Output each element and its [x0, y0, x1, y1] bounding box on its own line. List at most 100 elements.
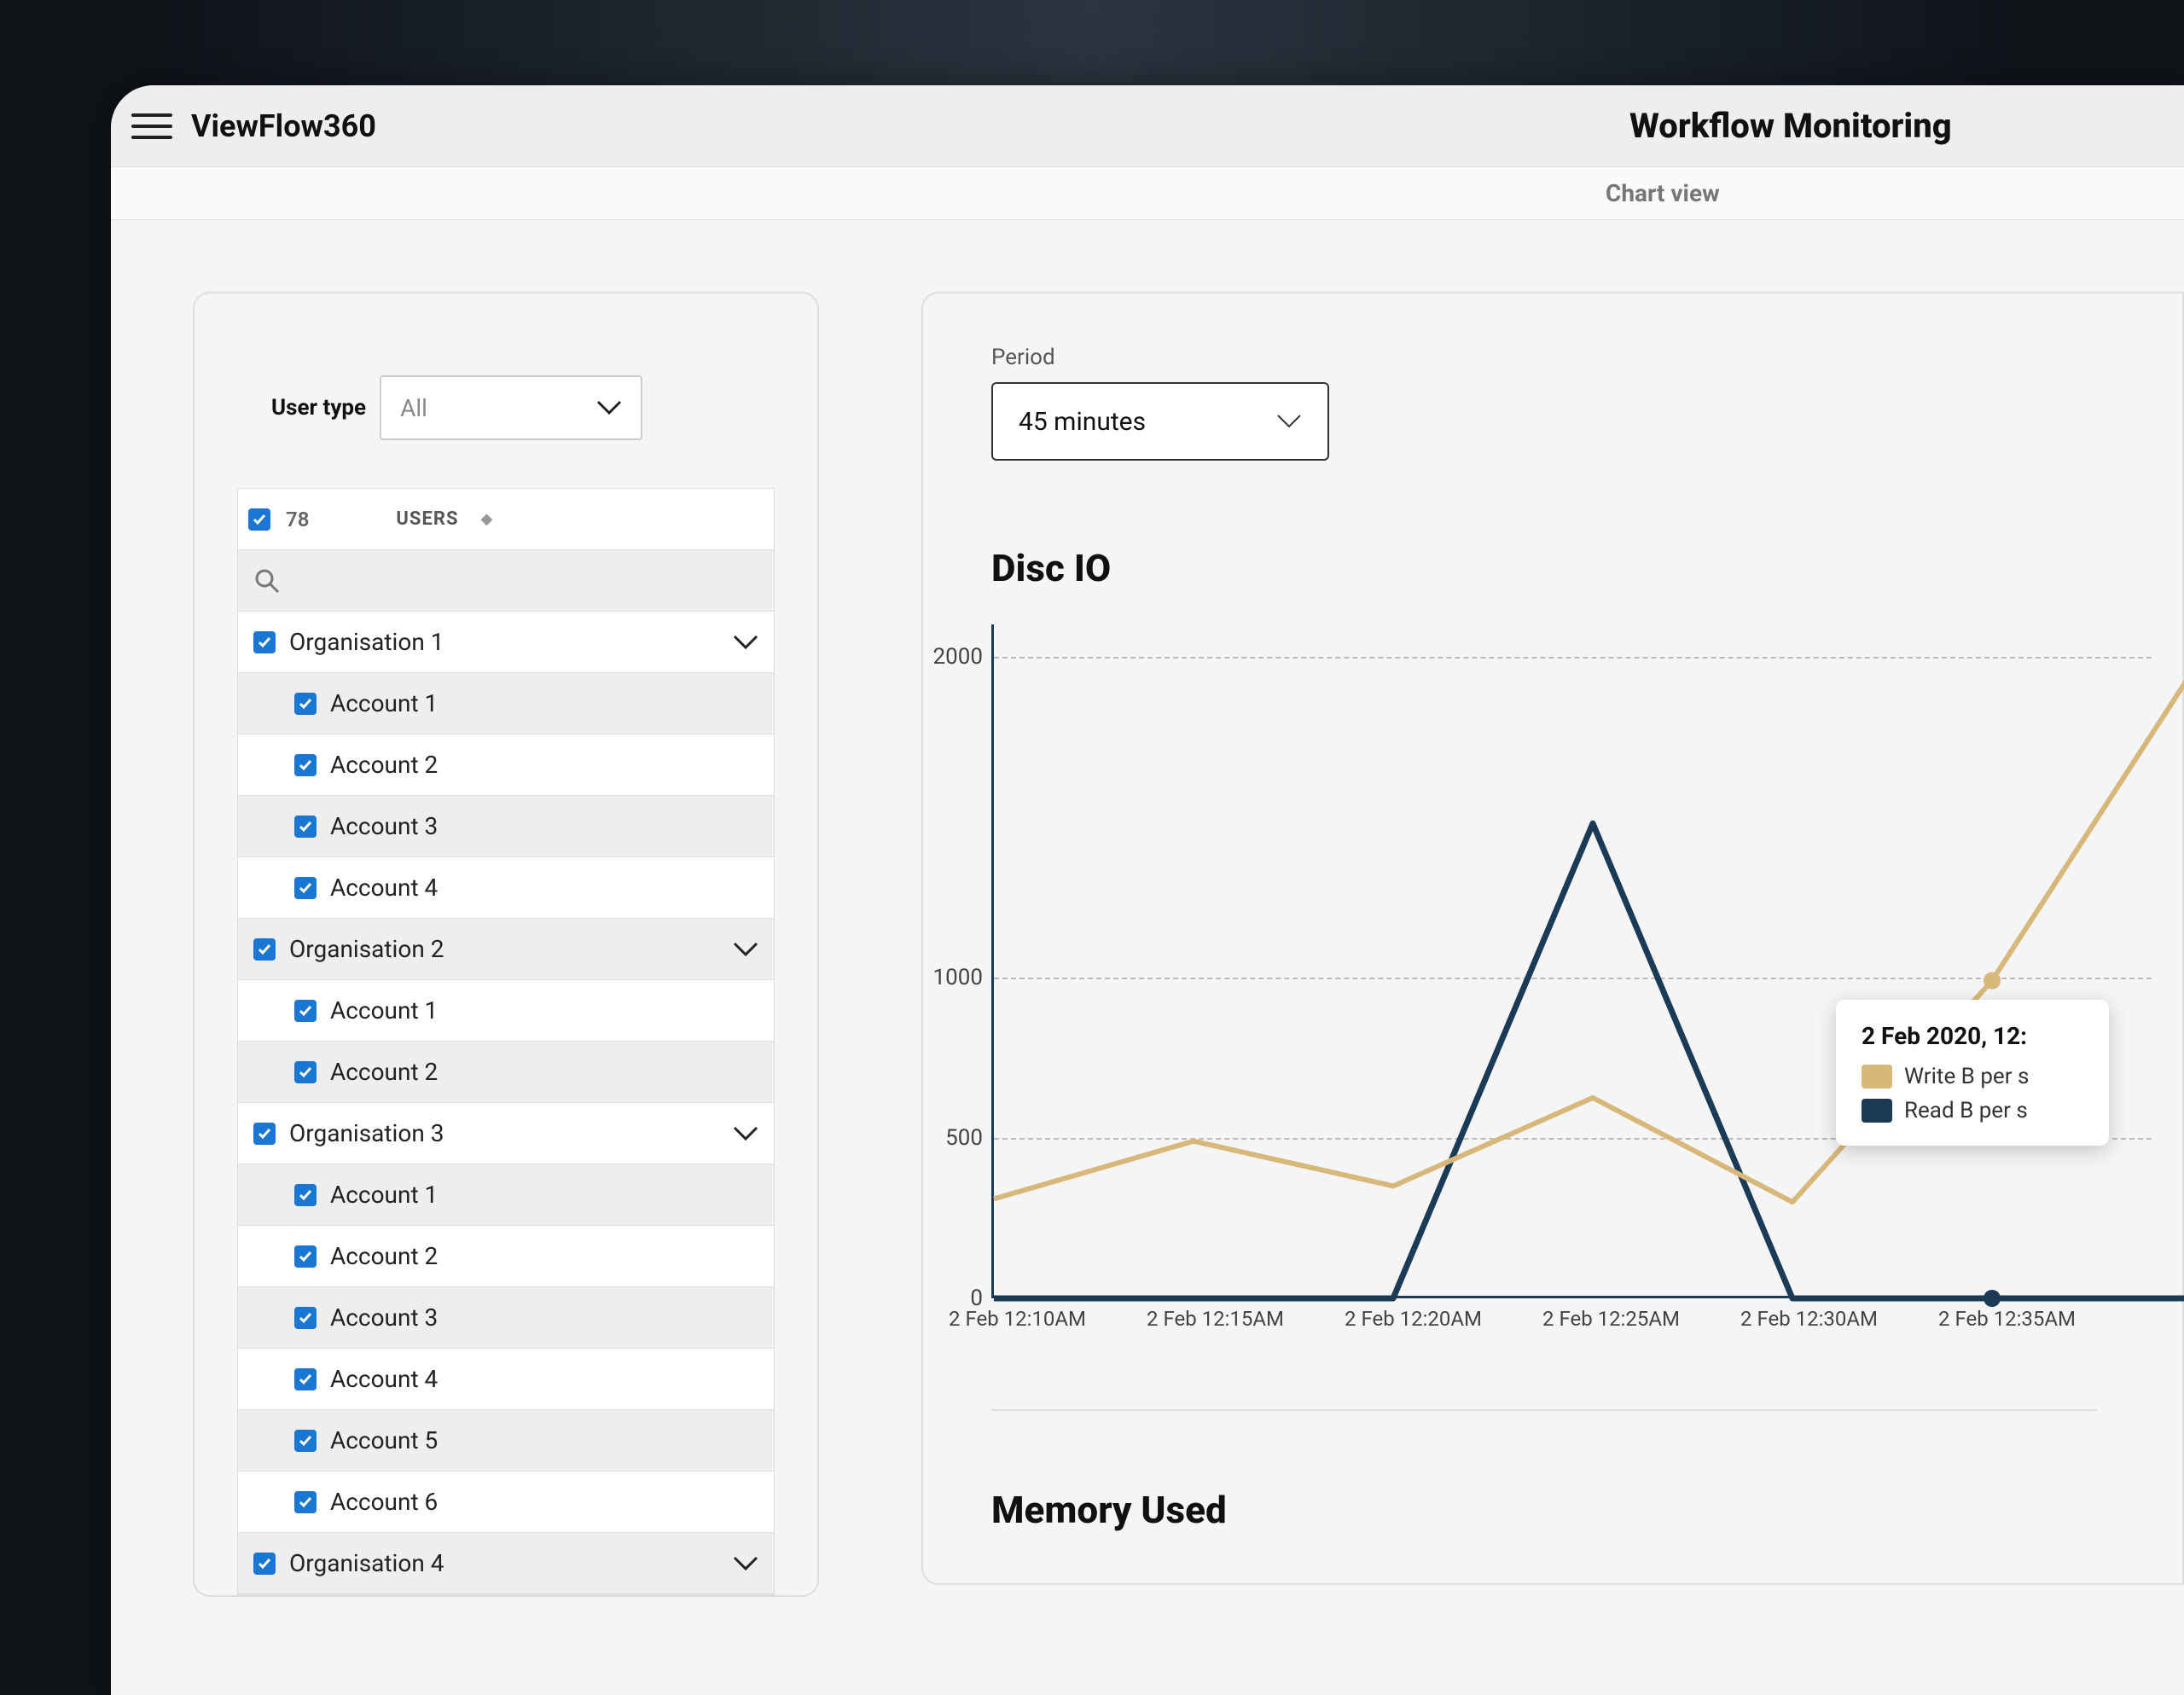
org-row[interactable]: Organisation 3 — [238, 1103, 774, 1164]
chart-plot — [991, 624, 2100, 1298]
org-label: Organisation 2 — [289, 935, 719, 963]
account-label: Account 1 — [330, 689, 758, 717]
account-checkbox[interactable] — [294, 1061, 317, 1083]
org-checkbox[interactable] — [253, 1553, 276, 1575]
titlebar: ViewFlow360 Workflow Monitoring — [111, 85, 2184, 167]
org-checkbox[interactable] — [253, 938, 276, 961]
sort-icon[interactable]: ◆ — [480, 510, 492, 528]
account-label: Account 3 — [330, 812, 758, 840]
chart-tooltip: 2 Feb 2020, 12: Write B per s Read B per … — [1836, 1000, 2109, 1146]
account-row[interactable]: Account 6 — [238, 1472, 774, 1533]
chart-title-memory: Memory Used — [991, 1488, 2182, 1532]
divider — [991, 1409, 2097, 1411]
user-type-label: User type — [271, 395, 366, 421]
account-checkbox[interactable] — [294, 1368, 317, 1390]
period-label: Period — [991, 345, 2182, 370]
hamburger-menu-icon[interactable] — [131, 106, 172, 147]
account-checkbox[interactable] — [294, 1430, 317, 1452]
account-row[interactable]: Account 3 — [238, 796, 774, 857]
page-title: Workflow Monitoring — [1629, 106, 1952, 146]
account-label: Account 2 — [330, 1242, 758, 1270]
account-label: Account 2 — [330, 751, 758, 779]
chevron-down-icon[interactable] — [733, 635, 758, 650]
account-label: Account 4 — [330, 1365, 758, 1393]
tooltip-row: Write B per s — [1862, 1064, 2083, 1089]
user-tree: 78 USERS ◆ Organisation 1 Account 1 — [237, 488, 775, 1595]
x-tick-label: 2 Feb 12:15AM — [1147, 1307, 1345, 1331]
x-tick-label: 2 Feb 12:20AM — [1345, 1307, 1542, 1331]
account-checkbox[interactable] — [294, 1307, 317, 1329]
select-all-checkbox[interactable] — [248, 508, 270, 531]
search-icon — [253, 567, 281, 595]
account-checkbox[interactable] — [294, 754, 317, 776]
account-checkbox[interactable] — [294, 1000, 317, 1022]
account-label: Account 6 — [330, 1488, 758, 1516]
period-value: 45 minutes — [1019, 407, 1146, 437]
user-type-select[interactable]: All — [380, 375, 642, 440]
account-row[interactable]: Account 1 — [238, 1164, 774, 1226]
account-row[interactable]: Account 2 — [238, 1042, 774, 1103]
org-checkbox[interactable] — [253, 1123, 276, 1145]
tooltip-row: Read B per s — [1862, 1098, 2083, 1123]
chevron-down-icon[interactable] — [733, 1556, 758, 1571]
x-tick-label: 2 Feb 12:10AM — [949, 1307, 1147, 1331]
sidebar-card: User type All 78 USERS ◆ — [193, 292, 819, 1597]
account-label: Account 2 — [330, 1058, 758, 1086]
account-checkbox[interactable] — [294, 1245, 317, 1268]
org-row[interactable]: Organisation 1 — [238, 612, 774, 673]
account-label: Account 1 — [330, 996, 758, 1025]
tree-header: 78 USERS ◆ — [238, 489, 774, 550]
org-row[interactable]: Organisation 2 — [238, 919, 774, 980]
account-checkbox[interactable] — [294, 693, 317, 715]
account-label: Account 1 — [330, 1181, 758, 1209]
tooltip-series-label: Read B per s — [1904, 1098, 2028, 1123]
account-checkbox[interactable] — [294, 1184, 317, 1206]
x-tick-label: 2 Feb 12:35AM — [1938, 1307, 2136, 1331]
account-row[interactable]: Account 1 — [238, 673, 774, 734]
chevron-down-icon — [1276, 414, 1302, 429]
chart-point — [1984, 1290, 2001, 1307]
account-row[interactable]: Account 3 — [238, 1287, 774, 1349]
app-name: ViewFlow360 — [191, 108, 376, 144]
y-tick-label: 1000 — [933, 965, 983, 990]
account-row[interactable]: Account 4 — [238, 1349, 774, 1410]
account-checkbox[interactable] — [294, 877, 317, 899]
org-row[interactable]: Organisation 4 — [238, 1533, 774, 1594]
account-row[interactable]: Account 1 — [238, 980, 774, 1042]
y-tick-label: 2000 — [933, 644, 983, 670]
subbar: Chart view — [111, 167, 2184, 220]
chart-title-disc-io: Disc IO — [991, 546, 2182, 590]
account-checkbox[interactable] — [294, 816, 317, 838]
users-header[interactable]: USERS — [396, 508, 458, 530]
account-row[interactable]: Account 2 — [238, 1226, 774, 1287]
y-tick-label: 500 — [945, 1125, 983, 1151]
org-label: Organisation 4 — [289, 1549, 719, 1577]
account-label: Account 3 — [330, 1303, 758, 1332]
org-checkbox[interactable] — [253, 631, 276, 653]
search-row[interactable] — [238, 550, 774, 612]
legend-swatch — [1862, 1099, 1892, 1123]
view-mode-label[interactable]: Chart view — [1606, 179, 1720, 207]
tooltip-series-label: Write B per s — [1904, 1064, 2029, 1089]
account-label: Account 5 — [330, 1426, 758, 1454]
period-select[interactable]: 45 minutes — [991, 382, 1329, 461]
app-window: ViewFlow360 Workflow Monitoring Chart vi… — [111, 85, 2184, 1695]
line-chart-svg — [994, 624, 2103, 1298]
org-label: Organisation 3 — [289, 1119, 719, 1147]
users-count: 78 — [286, 508, 309, 531]
account-row[interactable]: Account 4 — [238, 857, 774, 919]
tooltip-title: 2 Feb 2020, 12: — [1862, 1022, 2083, 1050]
legend-swatch — [1862, 1065, 1892, 1088]
user-type-row: User type All — [195, 375, 817, 488]
x-tick-label: 2 Feb 12:25AM — [1542, 1307, 1740, 1331]
account-row[interactable]: Account 2 — [238, 734, 774, 796]
account-label: Account 4 — [330, 874, 758, 902]
x-tick-label: 2 Feb 12:30AM — [1740, 1307, 1938, 1331]
account-row[interactable]: Account 5 — [238, 1410, 774, 1472]
account-checkbox[interactable] — [294, 1491, 317, 1513]
chevron-down-icon[interactable] — [733, 942, 758, 957]
main-area: Period 45 minutes Disc IO 050010002000 2… — [921, 292, 2184, 1597]
chart-disc-io: 050010002000 2 Feb 12:10AM2 Feb 12:15AM2… — [991, 624, 2182, 1350]
chart-card: Period 45 minutes Disc IO 050010002000 2… — [921, 292, 2184, 1585]
chevron-down-icon[interactable] — [733, 1126, 758, 1141]
